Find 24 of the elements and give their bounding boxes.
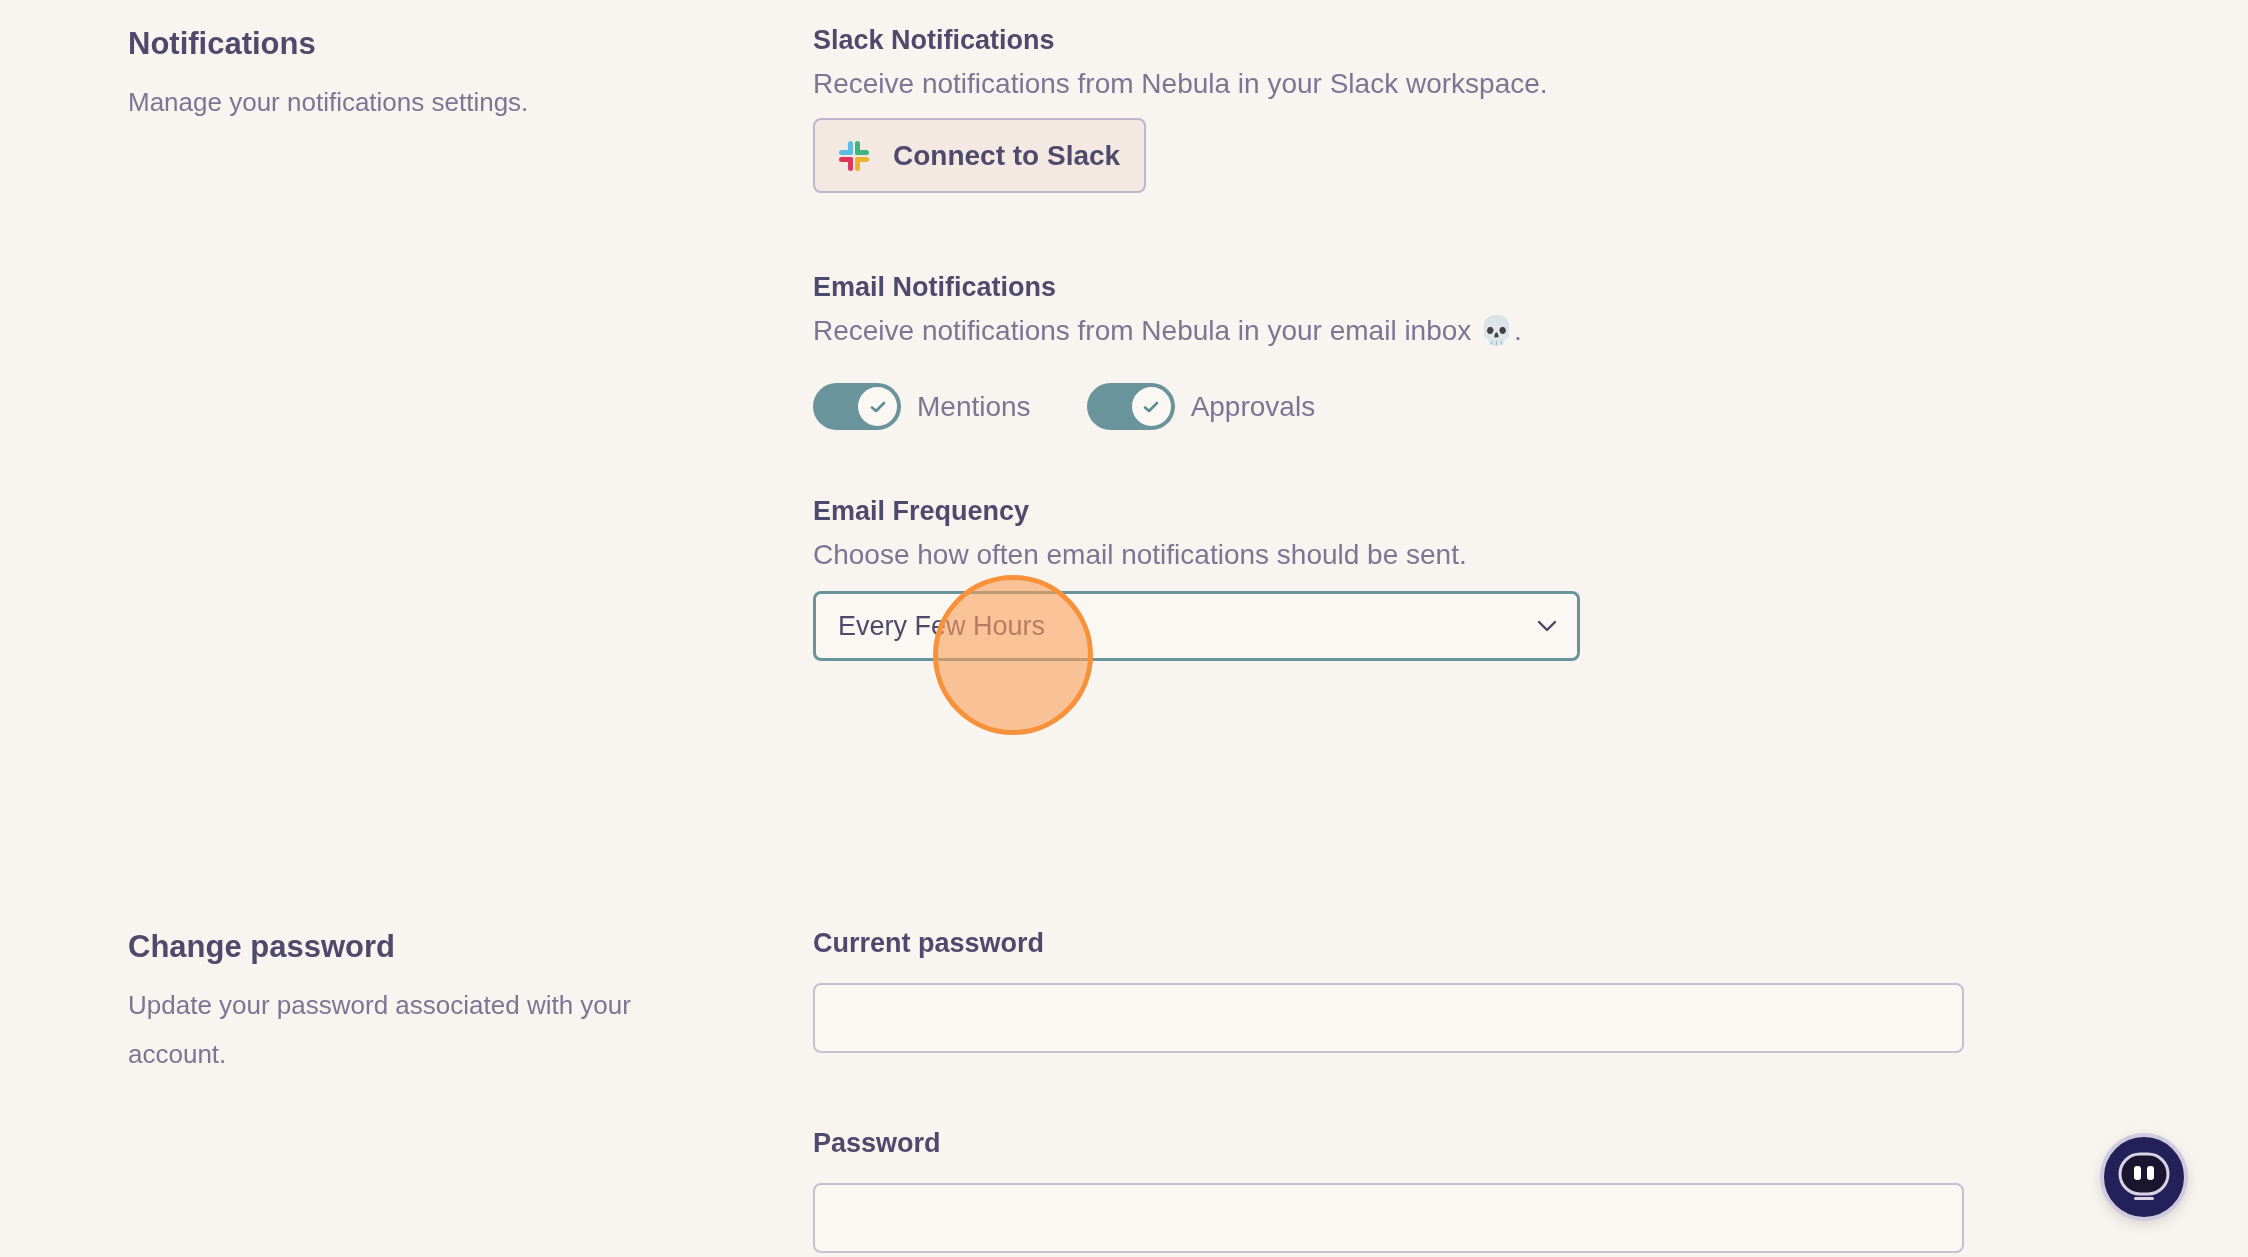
toggle-switch[interactable] bbox=[1086, 383, 1175, 430]
chevron-down-icon bbox=[1537, 620, 1557, 632]
connect-button[interactable]: Connect to Slack bbox=[813, 118, 1147, 193]
toggle-switch[interactable] bbox=[813, 383, 901, 430]
password-field[interactable] bbox=[813, 983, 1964, 1053]
toggle-label: Mentions bbox=[917, 390, 1031, 423]
field-label: Email Notifications bbox=[813, 271, 1057, 304]
field-description: Receive notifications from Nebula in your Slack workspace. bbox=[813, 67, 1549, 101]
section-title: Change password bbox=[128, 928, 396, 966]
check-icon bbox=[1143, 399, 1160, 414]
section-description: Update your password associated with your account. bbox=[128, 989, 632, 1071]
field-label: Current password bbox=[813, 927, 1045, 959]
section-title: Notifications bbox=[128, 25, 317, 63]
toggle-label: Approvals bbox=[1190, 390, 1316, 423]
field-description: Choose how often email notifications should be sent. bbox=[813, 538, 1468, 572]
field-label: Email Frequency bbox=[813, 495, 1030, 528]
slack-icon bbox=[839, 140, 869, 171]
robot-icon bbox=[2116, 1152, 2172, 1202]
field-label: Slack Notifications bbox=[813, 24, 1055, 57]
field-description: Receive notifications from Nebula in your email inbox 💀. bbox=[813, 314, 1523, 348]
section-description: Manage your notifications settings. bbox=[128, 86, 530, 119]
password-field[interactable] bbox=[813, 1183, 1964, 1253]
check-icon bbox=[869, 399, 886, 414]
field-label: Password bbox=[813, 1127, 941, 1159]
